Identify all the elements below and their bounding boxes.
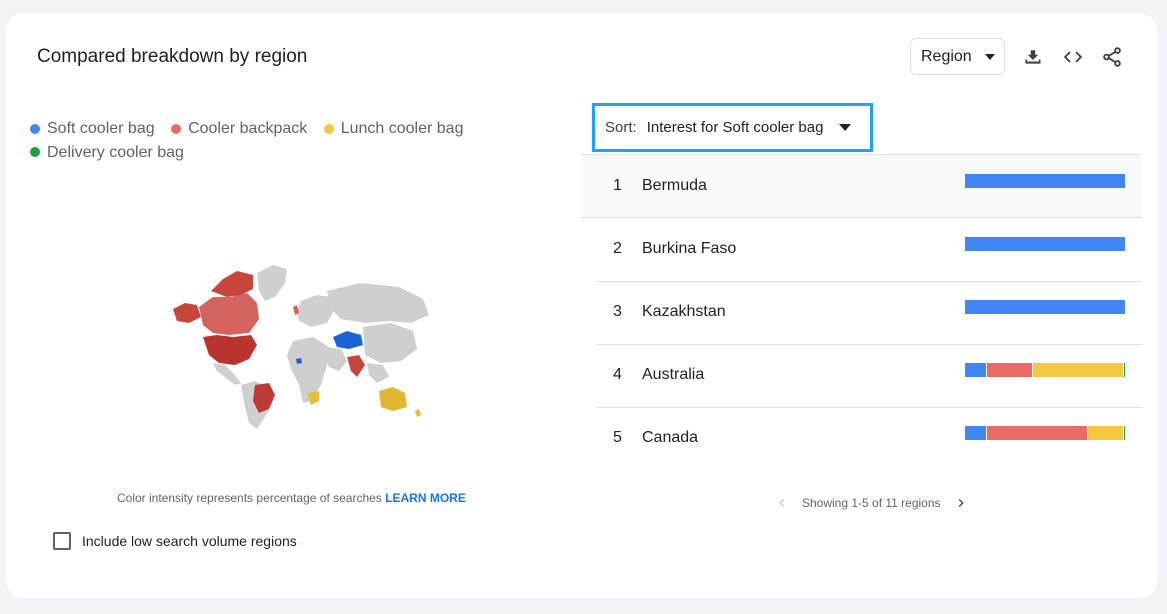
row-region-name: Canada bbox=[642, 429, 699, 446]
region-select[interactable]: Region bbox=[910, 38, 1005, 75]
legend-item-lunch-cooler-bag: Lunch cooler bag bbox=[323, 117, 464, 140]
row-rank: 4 bbox=[613, 366, 622, 383]
chevron-left-icon bbox=[779, 499, 785, 507]
legend-item-soft-cooler-bag: Soft cooler bag bbox=[30, 117, 155, 140]
bar-segment bbox=[1086, 426, 1124, 440]
bar-segment bbox=[985, 426, 1087, 440]
row-share-bar bbox=[965, 237, 1125, 251]
row-share-bar bbox=[965, 300, 1125, 314]
row-share-bar bbox=[965, 363, 1125, 377]
legend-label: Delivery cooler bag bbox=[47, 143, 184, 161]
legend-label: Soft cooler bag bbox=[47, 120, 155, 137]
low-volume-checkbox-row[interactable]: Include low search volume regions bbox=[53, 532, 297, 550]
pagination-text: Showing 1-5 of 11 regions bbox=[802, 496, 941, 510]
bar-segment bbox=[1032, 363, 1124, 377]
legend-item-delivery-cooler-bag: Delivery cooler bag bbox=[30, 141, 184, 164]
sort-dropdown[interactable]: Sort: Interest for Soft cooler bag bbox=[592, 103, 873, 152]
next-page-button[interactable] bbox=[949, 491, 973, 515]
embed-code-icon[interactable] bbox=[1061, 45, 1085, 69]
row-region-name: Burkina Faso bbox=[642, 240, 737, 257]
region-select-label: Region bbox=[921, 47, 972, 65]
row-region-name: Bermuda bbox=[642, 177, 707, 194]
table-row[interactable]: 1 Bermuda bbox=[581, 155, 1142, 218]
bar-segment bbox=[1123, 363, 1125, 377]
share-icon[interactable] bbox=[1100, 45, 1124, 69]
sort-value: Interest for Soft cooler bag bbox=[646, 119, 824, 136]
legend-label: Lunch cooler bag bbox=[340, 120, 464, 137]
legend-dot bbox=[30, 147, 40, 157]
map-region-south-africa[interactable] bbox=[307, 391, 319, 405]
row-rank: 2 bbox=[613, 240, 622, 257]
table-row[interactable]: 4 Australia bbox=[581, 344, 1142, 407]
bar-segment bbox=[965, 363, 986, 377]
bar-segment bbox=[985, 363, 1033, 377]
map-region-kazakhstan[interactable] bbox=[333, 331, 363, 349]
map-region-mexico[interactable] bbox=[213, 363, 241, 385]
table-row[interactable]: 3 Kazakhstan bbox=[581, 281, 1142, 344]
map-region-greenland[interactable] bbox=[257, 265, 287, 301]
download-icon[interactable] bbox=[1021, 45, 1045, 69]
map-region-australia[interactable] bbox=[379, 387, 407, 411]
bar-segment bbox=[965, 300, 1125, 314]
legend-label: Cooler backpack bbox=[188, 120, 308, 137]
table-row[interactable]: 2 Burkina Faso bbox=[581, 218, 1142, 281]
row-region-name: Kazakhstan bbox=[642, 303, 726, 320]
caret-down-icon bbox=[984, 53, 995, 60]
prev-page-button[interactable] bbox=[770, 491, 794, 515]
legend-dot bbox=[171, 123, 182, 134]
caret-down-icon bbox=[839, 124, 852, 131]
card-title: Compared breakdown by region bbox=[37, 46, 308, 67]
map-region-alaska[interactable] bbox=[173, 303, 201, 323]
map-region-east-asia[interactable] bbox=[363, 323, 417, 363]
map-region-india[interactable] bbox=[347, 355, 365, 377]
learn-more-link[interactable]: LEARN MORE bbox=[385, 491, 466, 505]
row-region-name: Australia bbox=[642, 366, 705, 383]
legend-dot bbox=[323, 123, 334, 134]
row-rank: 1 bbox=[613, 177, 622, 194]
row-rank: 3 bbox=[613, 303, 622, 320]
bar-segment bbox=[965, 426, 986, 440]
sort-label: Sort: bbox=[605, 119, 637, 136]
legend-item-cooler-backpack: Cooler backpack bbox=[171, 117, 307, 140]
region-breakdown-card: Compared breakdown by region Region Soft… bbox=[6, 13, 1157, 598]
row-share-bar bbox=[965, 174, 1125, 188]
bar-segment bbox=[1123, 426, 1125, 440]
row-rank: 5 bbox=[613, 429, 622, 446]
bar-segment bbox=[965, 174, 1125, 188]
map-footnote: Color intensity represents percentage of… bbox=[117, 491, 466, 505]
low-volume-checkbox-label: Include low search volume regions bbox=[82, 533, 297, 549]
chevron-right-icon bbox=[958, 499, 964, 507]
row-share-bar bbox=[965, 426, 1125, 440]
map-region-canada[interactable] bbox=[199, 293, 259, 335]
bar-segment bbox=[965, 237, 1125, 251]
legend-dot bbox=[30, 123, 40, 134]
table-row[interactable]: 5 Canada bbox=[581, 407, 1142, 470]
map-region-new-zealand[interactable] bbox=[415, 409, 421, 417]
map-region-usa[interactable] bbox=[203, 335, 257, 365]
map-region-burkina-faso[interactable] bbox=[296, 358, 302, 364]
footnote-text: Color intensity represents percentage of… bbox=[117, 491, 382, 505]
legend: Soft cooler bag Cooler backpack Lunch co… bbox=[30, 117, 480, 164]
map-region-russia[interactable] bbox=[327, 283, 429, 323]
low-volume-checkbox[interactable] bbox=[53, 532, 71, 550]
world-map[interactable] bbox=[161, 261, 436, 431]
pagination: Showing 1-5 of 11 regions bbox=[770, 491, 973, 515]
map-region-europe[interactable] bbox=[297, 295, 333, 327]
map-region-southeast-asia[interactable] bbox=[367, 363, 389, 383]
